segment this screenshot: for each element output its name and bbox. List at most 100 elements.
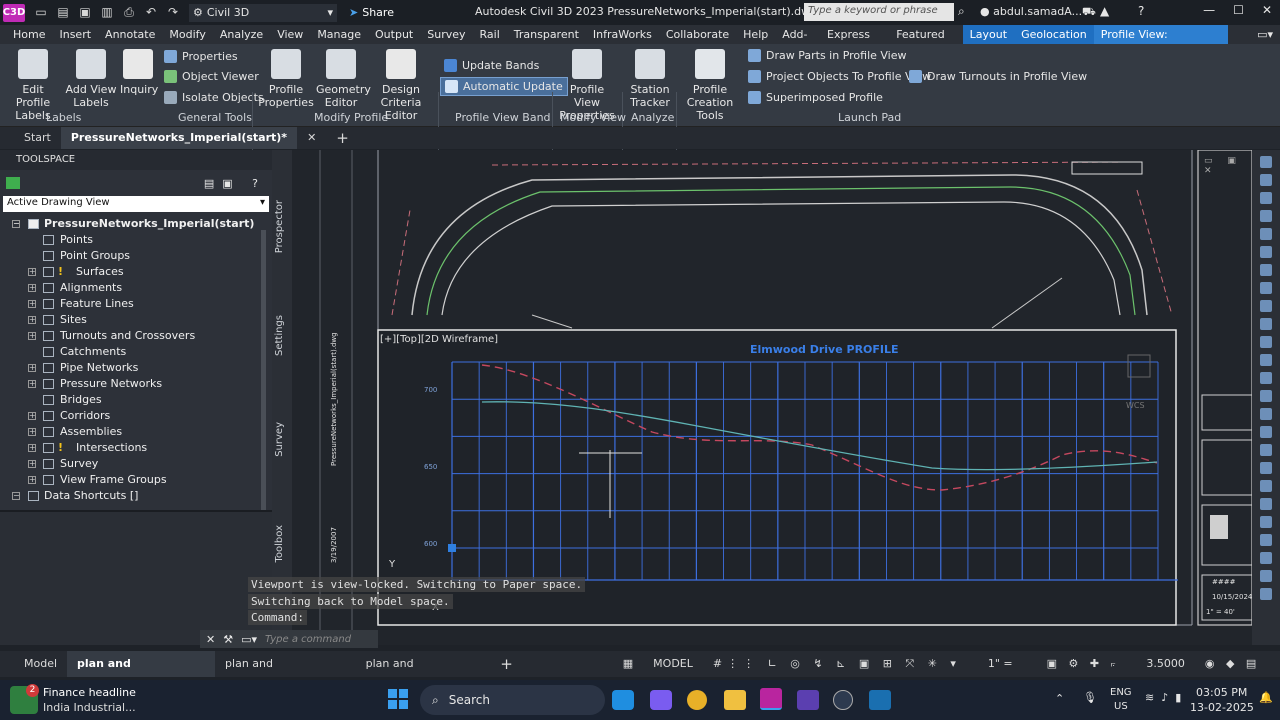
tab-transparent[interactable]: Transparent	[507, 25, 586, 44]
maximize-icon[interactable]: ☐	[1233, 3, 1244, 17]
nav-tool-icon[interactable]	[1260, 444, 1272, 456]
nav-tool-icon[interactable]	[1260, 354, 1272, 366]
layout-tab[interactable]: plan and profile18+64.00	[215, 651, 356, 696]
cart-icon[interactable]: ⛟	[1082, 5, 1096, 20]
tree-item-catchments[interactable]: Catchments	[0, 344, 272, 360]
undo-icon[interactable]: ↶	[143, 5, 159, 20]
tab-profile-view-contextual[interactable]: Profile View: Elmwood Drive5	[1093, 25, 1229, 60]
tab-start[interactable]: Start	[14, 127, 61, 149]
tree-item-corridors[interactable]: + Corridors	[0, 408, 272, 424]
view-select[interactable]: Active Drawing View ▾	[3, 196, 269, 212]
prospector-icon[interactable]	[6, 177, 20, 189]
tab-add-ins[interactable]: Add-ins	[775, 25, 820, 60]
nav-tool-icon[interactable]	[1260, 192, 1272, 204]
expand-icon[interactable]: +	[28, 428, 36, 436]
microphone-icon[interactable]: 🎙	[1083, 691, 1097, 704]
nav-tool-icon[interactable]	[1260, 210, 1272, 222]
nav-tool-icon[interactable]	[1260, 318, 1272, 330]
layout-tab-model[interactable]: Model	[14, 651, 67, 677]
nav-tool-icon[interactable]	[1260, 282, 1272, 294]
news-title[interactable]: Finance headline	[43, 686, 136, 699]
clock-time[interactable]: 03:05 PM	[1196, 686, 1247, 699]
mail-icon[interactable]	[869, 690, 891, 710]
lineweight-value[interactable]: 3.5000	[1136, 651, 1195, 677]
viewport-controls[interactable]: [+][Top][2D Wireframe]	[380, 334, 498, 345]
drafting-tools-icons[interactable]: #⋮⋮ ∟ ◎ ↯ ⊾ ▣ ⊞ ⤧ ✳ ▾ 🔒 ⊡	[703, 651, 978, 696]
expand-icon[interactable]: +	[28, 476, 36, 484]
toolspace-tools-icon[interactable]: ▤▣ ?	[204, 177, 266, 190]
tab-insert[interactable]: Insert	[52, 25, 98, 44]
chrome-icon[interactable]	[687, 690, 707, 710]
nav-tool-icon[interactable]	[1260, 480, 1272, 492]
nav-tool-icon[interactable]	[1260, 300, 1272, 312]
project-objects-button[interactable]: Project Objects To Profile View	[748, 70, 931, 83]
tree-item-point-groups[interactable]: Point Groups	[0, 248, 272, 264]
autodesk-a360-icon[interactable]: ▲	[1100, 4, 1109, 18]
station-tracker-button[interactable]: Station Tracker	[626, 49, 674, 109]
tab-featured-apps[interactable]: Featured Apps	[889, 25, 962, 60]
share-button[interactable]: ➤ Share	[349, 6, 394, 19]
tree-item-sites[interactable]: + Sites	[0, 312, 272, 328]
add-view-labels-button[interactable]: Add View Labels	[64, 49, 118, 109]
panel-launch-pad[interactable]: Launch Pad	[838, 111, 901, 124]
tree-item-survey[interactable]: + Survey	[0, 456, 272, 472]
clock-date[interactable]: 13-02-2025	[1190, 701, 1254, 714]
tree-scrollbar[interactable]	[261, 230, 266, 510]
tree-item-points[interactable]: Points	[0, 232, 272, 248]
tab-home[interactable]: Home	[6, 25, 52, 44]
close-icon[interactable]: ✕	[206, 633, 215, 646]
object-viewer-button[interactable]: Object Viewer	[164, 70, 259, 83]
inquiry-button[interactable]: Inquiry	[120, 49, 158, 96]
nav-tool-icon[interactable]	[1260, 426, 1272, 438]
region-label[interactable]: US	[1114, 701, 1128, 712]
draw-parts-button[interactable]: Draw Parts in Profile View	[748, 49, 907, 62]
side-tab-toolbox[interactable]: Toolbox	[274, 525, 285, 563]
nav-tool-icon[interactable]	[1260, 336, 1272, 348]
nav-tool-icon[interactable]	[1260, 228, 1272, 240]
chevron-up-icon[interactable]: ⌃	[1055, 692, 1064, 705]
nav-tool-icon[interactable]	[1260, 570, 1272, 582]
expand-icon[interactable]: +	[28, 364, 36, 372]
profile-creation-tools-button[interactable]: Profile Creation Tools	[678, 49, 742, 122]
search-input[interactable]: Type a keyword or phrase	[804, 3, 954, 21]
expand-icon[interactable]: +	[28, 412, 36, 420]
nav-tool-icon[interactable]	[1260, 390, 1272, 402]
side-tab-prospector[interactable]: Prospector	[274, 200, 285, 253]
nav-tool-icon[interactable]	[1260, 588, 1272, 600]
nav-tool-icon[interactable]	[1260, 498, 1272, 510]
news-subtitle[interactable]: India Industrial...	[43, 701, 136, 714]
profile-properties-button[interactable]: Profile Properties	[258, 49, 314, 109]
tab-layout[interactable]: Layout	[962, 25, 1015, 44]
help-icon[interactable]: ?	[1138, 4, 1144, 18]
annotation-scale[interactable]: 1" = 40'	[978, 651, 1037, 696]
automatic-update-toggle[interactable]: Automatic Update	[440, 77, 568, 96]
media-player-icon[interactable]	[833, 690, 853, 710]
expand-icon[interactable]: +	[28, 380, 36, 388]
expand-icon[interactable]: +	[28, 460, 36, 468]
nav-tool-icon[interactable]	[1260, 156, 1272, 168]
layout-tab[interactable]: plan and profile1+00.00	[356, 651, 491, 696]
tab-modify[interactable]: Modify	[162, 25, 212, 44]
collapse-icon[interactable]: −	[12, 492, 20, 500]
nav-tool-icon[interactable]	[1260, 246, 1272, 258]
ribbon-toggle-icon[interactable]: ▭▾	[1250, 25, 1280, 44]
tab-output[interactable]: Output	[368, 25, 420, 44]
viewport-window-controls[interactable]: ▭ ▣ ✕	[1204, 156, 1252, 176]
tab-rail[interactable]: Rail	[473, 25, 507, 44]
nav-tool-icon[interactable]	[1260, 516, 1272, 528]
isolate-objects-button[interactable]: Isolate Objects	[164, 91, 264, 104]
expand-icon[interactable]: +	[28, 300, 36, 308]
side-tab-survey[interactable]: Survey	[274, 422, 285, 457]
collapse-icon[interactable]: −	[12, 220, 20, 228]
close-icon[interactable]: ✕	[1262, 3, 1272, 17]
command-input[interactable]: Type a command	[265, 634, 351, 645]
tab-analyze[interactable]: Analyze	[213, 25, 270, 44]
tree-item-alignments[interactable]: + Alignments	[0, 280, 272, 296]
workspace-tools-icons[interactable]: ▣ ⚙ ✚ ⟔ ◈	[1037, 651, 1137, 696]
expand-icon[interactable]: +	[28, 444, 36, 452]
tab-collaborate[interactable]: Collaborate	[659, 25, 736, 44]
grip-handle[interactable]	[448, 544, 456, 552]
new-tab-icon[interactable]: +	[326, 127, 359, 149]
add-layout-icon[interactable]: +	[490, 651, 523, 677]
nav-tool-icon[interactable]	[1260, 372, 1272, 384]
